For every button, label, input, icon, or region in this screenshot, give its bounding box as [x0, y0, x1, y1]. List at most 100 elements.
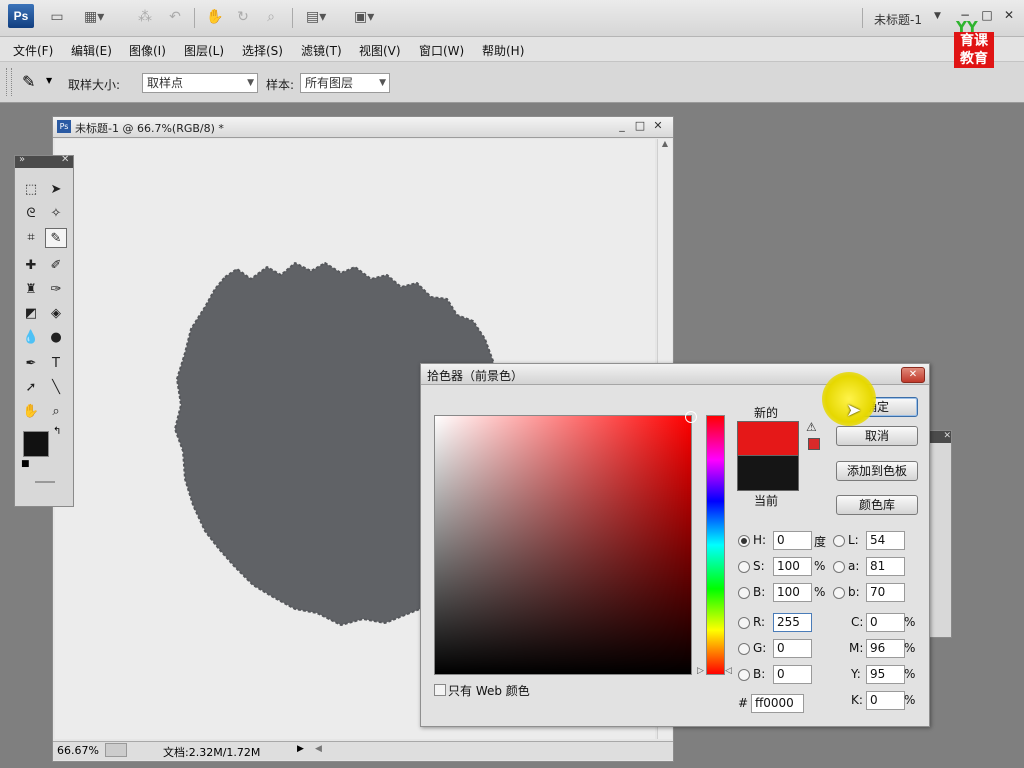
rotate-view-icon[interactable]: ↻ [234, 9, 252, 25]
swap-colors-icon[interactable]: ↰ [53, 426, 61, 437]
foreground-color-swatch[interactable] [23, 431, 49, 457]
hue-slider-left-arrow-icon[interactable]: ▷ [697, 666, 704, 676]
eraser-tool-icon[interactable]: ◩ [20, 304, 42, 324]
lasso-tool-icon[interactable]: ᘓ [20, 204, 42, 224]
grip-handle[interactable] [6, 68, 12, 96]
menu-filter[interactable]: 滤镜(T) [301, 42, 342, 59]
hue-radio[interactable] [738, 535, 750, 547]
red-radio[interactable] [738, 617, 750, 629]
status-menu-arrow-icon[interactable]: ▶ [297, 744, 304, 754]
web-colors-only-checkbox[interactable] [434, 684, 446, 696]
maximize-icon[interactable]: □ [633, 119, 647, 133]
marquee-tool-icon[interactable]: ⬚ [20, 180, 42, 200]
scroll-left-icon[interactable]: ◀ [315, 744, 322, 754]
chevron-down-icon[interactable]: ▼ [46, 76, 52, 85]
hue-field[interactable]: 0 [773, 531, 812, 550]
lab-a-radio[interactable] [833, 561, 845, 573]
type-tool-icon[interactable]: T [45, 354, 67, 374]
default-colors-icon[interactable]: ■ [21, 459, 30, 469]
hue-slider-right-arrow-icon[interactable]: ◁ [725, 666, 732, 676]
gamut-color-swatch[interactable] [808, 438, 820, 450]
eyedropper-icon[interactable]: ✎ [22, 72, 35, 91]
crop-tool-icon[interactable]: ⌗ [20, 228, 42, 248]
zoom-tool-icon[interactable]: ⌕ [45, 402, 67, 422]
lab-b-label: b: [848, 585, 860, 599]
saturation-field[interactable]: 100 [773, 557, 812, 576]
menu-window[interactable]: 窗口(W) [419, 42, 464, 59]
black-field[interactable]: 0 [866, 691, 905, 710]
chevron-down-icon[interactable]: ▼ [934, 11, 941, 21]
pen-tool-icon[interactable]: ✒ [20, 354, 42, 374]
saturation-radio[interactable] [738, 561, 750, 573]
zoom-icon[interactable]: ⌕ [262, 9, 280, 25]
zoom-level[interactable]: 66.67% [57, 744, 99, 757]
green-radio[interactable] [738, 643, 750, 655]
paint-bucket-tool-icon[interactable]: ◈ [45, 304, 67, 324]
menu-layer[interactable]: 图层(L) [184, 42, 224, 59]
magic-wand-tool-icon[interactable]: ✧ [45, 204, 67, 224]
blue-radio[interactable] [738, 669, 750, 681]
bridge-icon[interactable]: ▭ [48, 9, 66, 25]
brightness-field[interactable]: 100 [773, 583, 812, 602]
close-icon[interactable]: ✕ [651, 119, 665, 133]
lab-b-field[interactable]: 70 [866, 583, 905, 602]
lab-a-field[interactable]: 81 [866, 557, 905, 576]
brightness-radio[interactable] [738, 587, 750, 599]
lab-l-field[interactable]: 54 [866, 531, 905, 550]
hex-field[interactable]: ff0000 [751, 694, 804, 713]
blur-tool-icon[interactable]: 💧 [20, 328, 42, 348]
scroll-up-icon[interactable]: ▲ [658, 139, 672, 148]
document-title-bar[interactable]: Ps 未标题-1 @ 66.7%(RGB/8) * _ □ ✕ [53, 117, 673, 138]
current-color-swatch[interactable] [737, 455, 799, 491]
lab-b-radio[interactable] [833, 587, 845, 599]
healing-brush-tool-icon[interactable]: ✚ [20, 256, 42, 276]
cyan-field[interactable]: 0 [866, 613, 905, 632]
view-extras-icon[interactable]: ▦▾ [84, 9, 104, 25]
menu-edit[interactable]: 编辑(E) [71, 42, 112, 59]
collapse-icon[interactable]: » [19, 154, 25, 165]
eyedropper-tool-icon[interactable]: ✎ [45, 228, 67, 248]
menu-view[interactable]: 视图(V) [359, 42, 401, 59]
close-icon[interactable]: ✕ [901, 367, 925, 383]
arrange-documents-icon[interactable]: ▤▾ [306, 9, 326, 25]
cancel-button[interactable]: 取消 [836, 426, 918, 446]
red-field[interactable]: 255 [773, 613, 812, 632]
add-to-swatches-button[interactable]: 添加到色板 [836, 461, 918, 481]
path-selection-tool-icon[interactable]: ➚ [20, 378, 42, 398]
saturation-brightness-field[interactable] [434, 411, 697, 675]
menu-image[interactable]: 图像(I) [129, 42, 166, 59]
move-tool-icon[interactable]: ➤ [45, 180, 67, 200]
quick-mask-icon[interactable] [35, 481, 55, 483]
undo-icon[interactable]: ↶ [166, 9, 184, 25]
close-icon[interactable]: ✕ [929, 431, 951, 443]
line-tool-icon[interactable]: ╲ [45, 378, 67, 398]
sample-size-select[interactable]: 取样点 ▼ [142, 73, 258, 93]
brush-tool-icon[interactable]: ✐ [45, 256, 67, 276]
hand-tool-icon[interactable]: ✋ [206, 9, 224, 25]
green-field[interactable]: 0 [773, 639, 812, 658]
close-icon[interactable]: ✕ [1002, 8, 1016, 22]
clone-stamp-tool-icon[interactable]: ♜ [20, 280, 42, 300]
lab-l-radio[interactable] [833, 535, 845, 547]
menu-help[interactable]: 帮助(H) [482, 42, 524, 59]
out-of-gamut-warning-icon[interactable]: ⚠ [806, 420, 817, 434]
color-cursor-icon[interactable] [685, 411, 697, 423]
magenta-field[interactable]: 96 [866, 639, 905, 658]
history-brush-tool-icon[interactable]: ✑ [45, 280, 67, 300]
minimize-icon[interactable]: _ [615, 119, 629, 133]
workspace-document-name[interactable]: 未标题-1 [874, 11, 922, 28]
color-libraries-button[interactable]: 颜色库 [836, 495, 918, 515]
zoom-step-icon[interactable] [105, 743, 127, 757]
close-icon[interactable]: ✕ [61, 154, 69, 165]
dodge-tool-icon[interactable]: ● [45, 328, 67, 348]
screen-mode-icon[interactable]: ▣▾ [354, 9, 374, 25]
blue-field[interactable]: 0 [773, 665, 812, 684]
menu-select[interactable]: 选择(S) [242, 42, 283, 59]
zoom-level-icon[interactable]: ⁂ [136, 9, 154, 25]
hand-tool-icon[interactable]: ✋ [20, 402, 42, 422]
hue-slider[interactable] [706, 415, 725, 675]
sample-select[interactable]: 所有图层 ▼ [300, 73, 390, 93]
yellow-field[interactable]: 95 [866, 665, 905, 684]
menu-file[interactable]: 文件(F) [13, 42, 53, 59]
tools-panel-header[interactable]: » ✕ [15, 154, 73, 168]
